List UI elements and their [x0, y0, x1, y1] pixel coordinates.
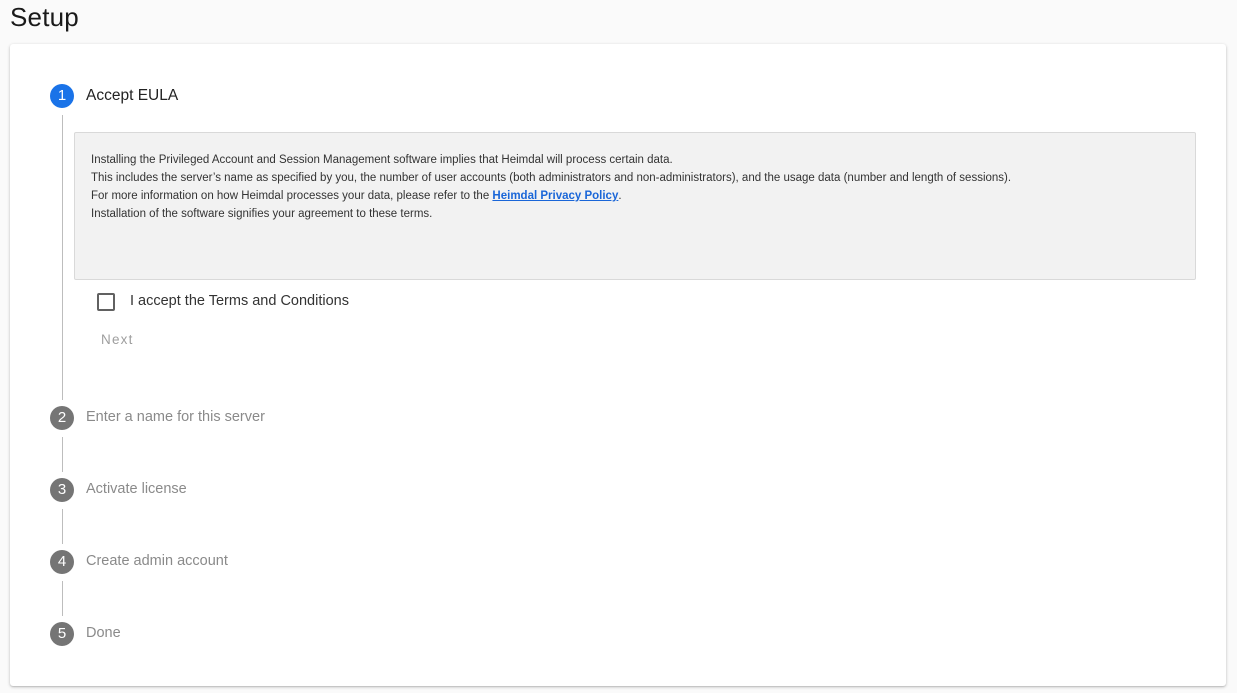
step-2-number-icon: 2 — [50, 406, 74, 430]
next-button[interactable]: Next — [92, 326, 143, 352]
step-4-label[interactable]: Create admin account — [86, 553, 228, 569]
step-4-number-icon: 4 — [50, 550, 74, 574]
step-5-number-icon: 5 — [50, 622, 74, 646]
eula-text-box: Installing the Privileged Account and Se… — [74, 132, 1196, 280]
privacy-policy-link[interactable]: Heimdal Privacy Policy — [492, 190, 618, 202]
eula-line-4: Installation of the software signifies y… — [91, 208, 433, 220]
step-3-number-icon: 3 — [50, 478, 74, 502]
step-connector-3-4 — [62, 509, 63, 544]
step-connector-4-5 — [62, 581, 63, 616]
step-1-label[interactable]: Accept EULA — [86, 87, 178, 105]
step-connector-1-2 — [62, 115, 63, 400]
page-title: Setup — [10, 2, 79, 32]
eula-line-1: Installing the Privileged Account and Se… — [91, 154, 673, 166]
step-5-label[interactable]: Done — [86, 625, 121, 641]
eula-line-3-suffix: . — [618, 190, 622, 202]
eula-line-3-prefix: For more information on how Heimdal proc… — [91, 190, 493, 202]
eula-line-3: For more information on how Heimdal proc… — [91, 187, 1179, 205]
step-3-label[interactable]: Activate license — [86, 481, 187, 497]
step-2-label[interactable]: Enter a name for this server — [86, 409, 265, 425]
step-1-number-icon: 1 — [50, 84, 74, 108]
step-connector-2-3 — [62, 437, 63, 472]
accept-terms-checkbox[interactable] — [97, 293, 115, 311]
accept-terms-label[interactable]: I accept the Terms and Conditions — [130, 293, 349, 309]
eula-line-2: This includes the server’s name as speci… — [91, 172, 1012, 184]
